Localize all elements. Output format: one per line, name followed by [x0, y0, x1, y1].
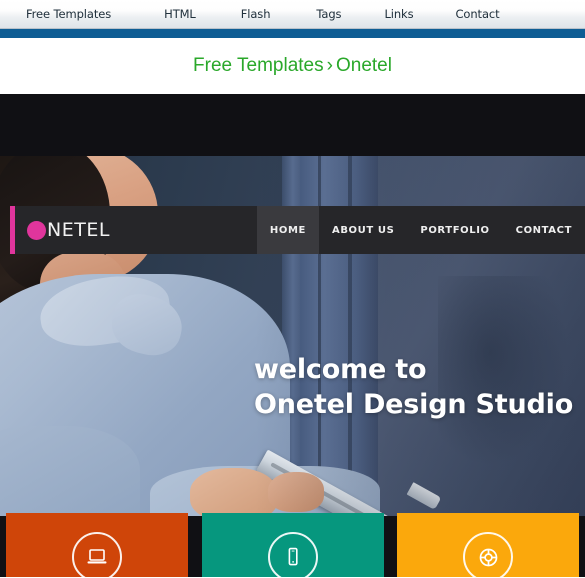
- breadcrumb-current: Onetel: [335, 55, 392, 76]
- feature-cards: Responsive Lorem ipsum dolor sit amet, c…: [0, 513, 585, 577]
- hero-headline-line2: Onetel Design Studio: [254, 389, 574, 420]
- topnav-item-html[interactable]: HTML: [164, 7, 196, 21]
- template-preview[interactable]: NETEL HOME ABOUT US PORTFOLIO CONTACT we…: [0, 94, 585, 577]
- topnav-item-links[interactable]: Links: [384, 7, 413, 21]
- mobile-phone-icon: [267, 532, 318, 577]
- logo-circle-icon: [27, 220, 46, 240]
- feature-card-easy-to-use[interactable]: Easy to use Lorem ipsum dolor sit amet, …: [201, 513, 384, 577]
- hero-person-sleeve: [0, 426, 140, 516]
- topnav-item-flash[interactable]: Flash: [241, 7, 271, 21]
- feature-card-responsive[interactable]: Responsive Lorem ipsum dolor sit amet, c…: [6, 513, 188, 577]
- accent-divider-bar: [0, 29, 585, 38]
- desktop-monitor-icon: [72, 532, 122, 577]
- header-accent-bar: [10, 206, 15, 254]
- site-logo[interactable]: NETEL: [27, 219, 110, 241]
- site-nav-item-about-us[interactable]: ABOUT US: [319, 206, 407, 254]
- logo-text: NETEL: [47, 219, 110, 241]
- topnav-item-free-templates[interactable]: Free Templates: [26, 7, 111, 21]
- breadcrumb-separator: ›: [326, 55, 333, 76]
- template-site-header: NETEL HOME ABOUT US PORTFOLIO CONTACT: [10, 206, 585, 254]
- site-nav-item-home[interactable]: HOME: [256, 206, 319, 254]
- topnav-item-tags[interactable]: Tags: [316, 7, 341, 21]
- lifebuoy-icon: [463, 532, 513, 577]
- breadcrumb: Free Templates › Onetel: [193, 55, 392, 77]
- breadcrumb-link-root[interactable]: Free Templates: [193, 55, 324, 76]
- hero-headline-line1: welcome to: [254, 354, 427, 385]
- breadcrumb-container: Free Templates › Onetel: [0, 38, 585, 94]
- hero-headline: welcome to Onetel Design Studio: [254, 352, 573, 422]
- feature-card-quick-support[interactable]: Quick Support Lorem ipsum dolor sit amet…: [397, 513, 579, 577]
- site-top-navigation: Free Templates HTML Flash Tags Links Con…: [0, 0, 585, 29]
- site-nav-item-contact[interactable]: CONTACT: [503, 206, 585, 254]
- site-nav-item-portfolio[interactable]: PORTFOLIO: [407, 206, 502, 254]
- topnav-item-contact[interactable]: Contact: [456, 7, 500, 21]
- template-site-navigation: HOME ABOUT US PORTFOLIO CONTACT: [256, 206, 585, 254]
